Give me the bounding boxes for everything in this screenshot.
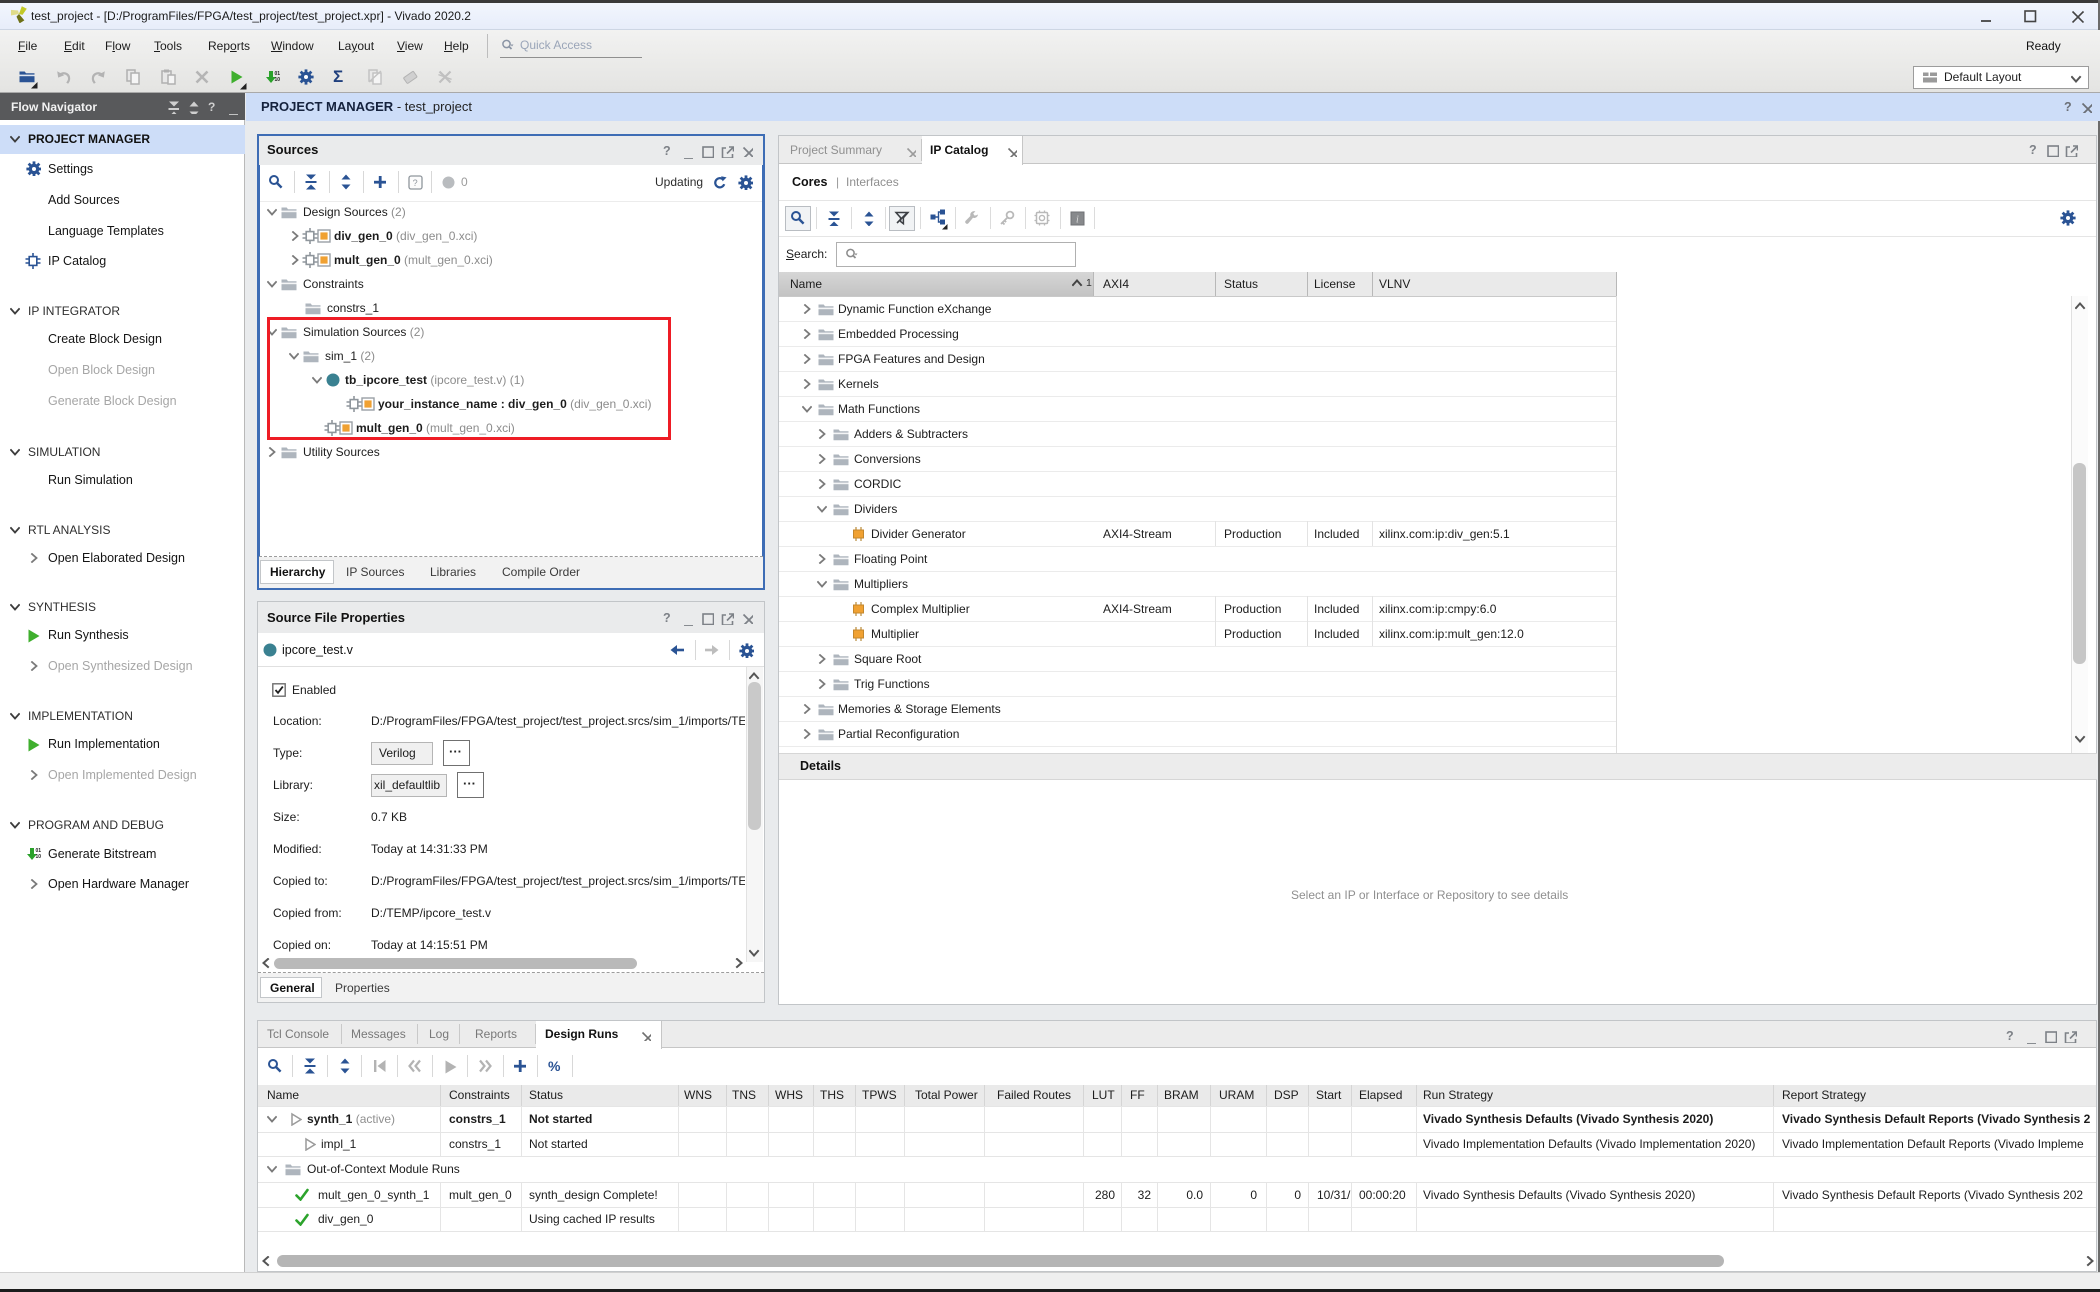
svg-text:10: 10 xyxy=(35,854,41,860)
svg-text:10: 10 xyxy=(274,77,280,83)
svg-text:i: i xyxy=(1076,214,1079,225)
svg-text:?: ? xyxy=(412,178,417,188)
